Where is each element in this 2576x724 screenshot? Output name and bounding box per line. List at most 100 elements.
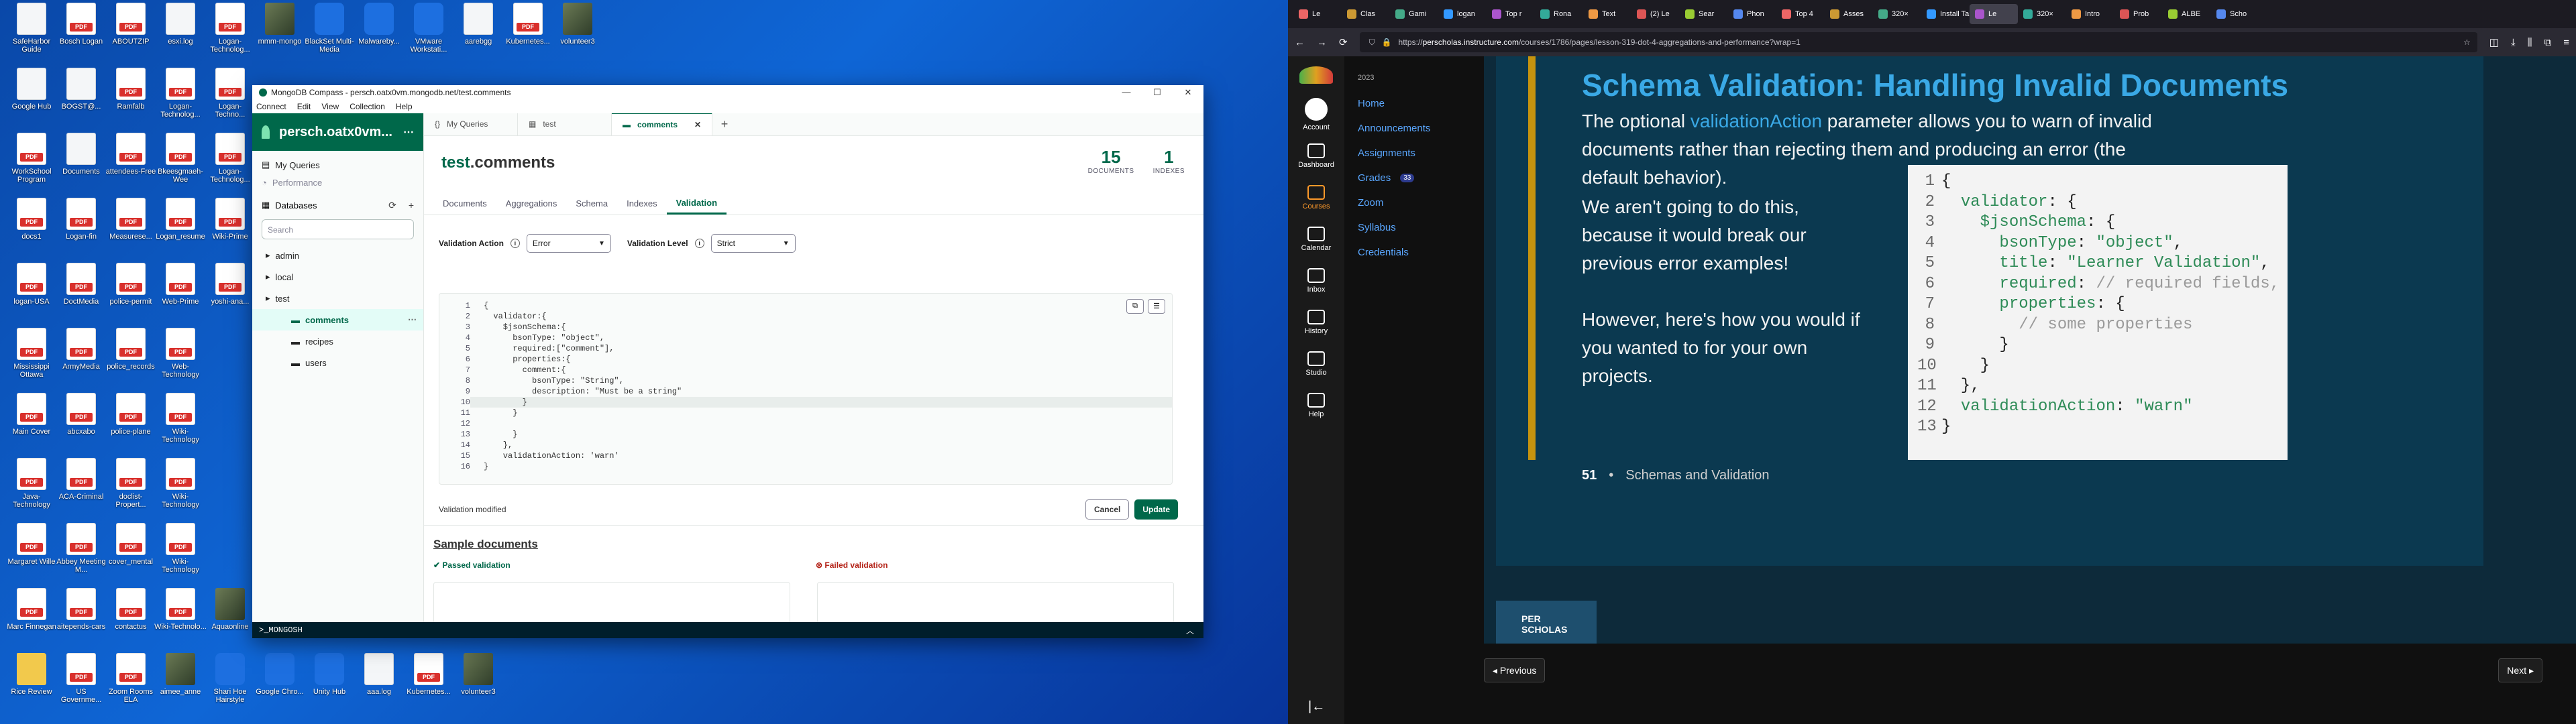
menu-edit[interactable]: Edit	[297, 102, 311, 111]
forward-icon[interactable]: →	[1317, 37, 1327, 48]
browser-tab[interactable]: Rona	[1535, 4, 1583, 24]
desktop-icon[interactable]: aaa.log	[353, 653, 405, 715]
desktop-icon[interactable]: volunteer3	[452, 653, 504, 715]
desktop-icon[interactable]: Java-Technology	[5, 458, 58, 520]
format-icon[interactable]: ☰	[1148, 299, 1165, 314]
global-nav-dashboard[interactable]: Dashboard	[1288, 135, 1344, 177]
desktop-icon[interactable]: logan-USA	[5, 263, 58, 324]
copy-icon[interactable]: ⧉	[1126, 299, 1144, 314]
desktop-icon[interactable]: Unity Hub	[303, 653, 356, 715]
back-icon[interactable]: ←	[1295, 37, 1305, 48]
mongosh-bar[interactable]: >_MONGOSH ︿	[252, 622, 1203, 638]
downloads-icon[interactable]: ⤓	[2511, 37, 2516, 48]
browser-tab[interactable]: 320×	[2018, 4, 2066, 24]
minimize-button[interactable]: —	[1111, 87, 1142, 98]
desktop-icon[interactable]: Google Chro...	[254, 653, 306, 715]
desktop-icon[interactable]: Wiki-Technology	[154, 393, 207, 455]
subtab-validation[interactable]: Validation	[666, 192, 727, 215]
desktop-icon[interactable]: Web-Prime	[154, 263, 207, 324]
desktop-icon[interactable]: Bkeesgmaeh-Wee	[154, 133, 207, 194]
tree-item-admin[interactable]: ▸ admin	[252, 245, 423, 266]
desktop-icon[interactable]: Shari Hoe Hairstyle	[204, 653, 256, 715]
desktop-icon[interactable]: Logan-Technolog...	[204, 133, 256, 194]
pocket-icon[interactable]: ◫	[2489, 36, 2499, 48]
browser-tab[interactable]: Intro	[2066, 4, 2114, 24]
desktop-icon[interactable]: esxi.log	[154, 3, 207, 64]
desktop-icon[interactable]: abcxabo	[55, 393, 107, 455]
editor-code[interactable]: { validator:{ $jsonSchema:{ bsonType: "o…	[484, 300, 682, 472]
course-nav-announcements[interactable]: Announcements	[1344, 116, 1484, 141]
desktop-icon[interactable]: US Governme...	[55, 653, 107, 715]
tree-item-local[interactable]: ▸ local	[252, 266, 423, 288]
desktop-icon[interactable]: cover_mental	[105, 523, 157, 585]
menu-view[interactable]: View	[321, 102, 339, 111]
maximize-button[interactable]: ☐	[1142, 87, 1173, 98]
browser-tab[interactable]: Prob	[2114, 4, 2163, 24]
course-nav-assignments[interactable]: Assignments	[1344, 141, 1484, 166]
browser-tab[interactable]: Gami	[1390, 4, 1438, 24]
desktop-icon[interactable]: Wiki-Technolo...	[154, 588, 207, 650]
tab-test[interactable]: ▦ test	[518, 113, 612, 135]
desktop-icon[interactable]: Wiki-Prime	[204, 198, 256, 259]
global-nav-help[interactable]: Help	[1288, 385, 1344, 426]
desktop-icon[interactable]: mmm-mongo	[254, 3, 306, 64]
desktop-icon[interactable]: Margaret Wille	[5, 523, 58, 585]
desktop-icon[interactable]: Google Hub	[5, 68, 58, 129]
extensions-icon[interactable]: ⧉	[2544, 37, 2552, 48]
desktop-icon[interactable]: aimee_anne	[154, 653, 207, 715]
browser-tab[interactable]: ALBE	[2163, 4, 2211, 24]
browser-tab[interactable]: (2) Le	[1631, 4, 1680, 24]
tree-item-users[interactable]: ▬ users	[252, 352, 423, 373]
course-nav-syllabus[interactable]: Syllabus	[1344, 215, 1484, 240]
desktop-icon[interactable]: Documents	[55, 133, 107, 194]
connection-menu-icon[interactable]: ⋯	[403, 125, 414, 139]
close-icon[interactable]: ✕	[694, 120, 701, 129]
desktop-icon[interactable]: BOGST@...	[55, 68, 107, 129]
desktop-icon[interactable]: ABOUTZIP	[105, 3, 157, 64]
update-button[interactable]: Update	[1134, 499, 1178, 520]
menu-help[interactable]: Help	[396, 102, 413, 111]
global-nav-calendar[interactable]: Calendar	[1288, 219, 1344, 260]
global-nav-inbox[interactable]: Inbox	[1288, 260, 1344, 302]
subtab-aggregations[interactable]: Aggregations	[496, 192, 567, 215]
desktop-icon[interactable]: Measurese...	[105, 198, 157, 259]
desktop-icon[interactable]: yoshi-ana...	[204, 263, 256, 324]
browser-tab[interactable]: Le	[1293, 4, 1342, 24]
desktop-icon[interactable]: Kubernetes...	[402, 653, 455, 715]
reload-icon[interactable]: ⟳	[1339, 36, 1348, 48]
browser-tab[interactable]: Top r	[1487, 4, 1535, 24]
tree-item-test[interactable]: ▸ test	[252, 288, 423, 309]
desktop-icon[interactable]: Web-Technology	[154, 328, 207, 389]
desktop-icon[interactable]: Malwareby...	[353, 3, 405, 64]
subtab-documents[interactable]: Documents	[433, 192, 496, 215]
desktop-icon[interactable]: Abbey Meeting M...	[55, 523, 107, 585]
desktop-icon[interactable]: Mississippi Ottawa	[5, 328, 58, 389]
desktop-icon[interactable]: Main Cover	[5, 393, 58, 455]
desktop-icon[interactable]: ACA-Criminal	[55, 458, 107, 520]
validation-action-link[interactable]: validationAction	[1690, 111, 1822, 131]
perscholas-logo[interactable]	[1288, 56, 1344, 94]
global-nav-history[interactable]: History	[1288, 302, 1344, 343]
browser-tab[interactable]: Top 4	[1776, 4, 1825, 24]
desktop-icon[interactable]: Ramfalb	[105, 68, 157, 129]
desktop-icon[interactable]: police_records	[105, 328, 157, 389]
library-icon[interactable]: ⫼	[2528, 37, 2532, 48]
desktop-icon[interactable]: Marc Finnegan	[5, 588, 58, 650]
desktop-icon[interactable]: Zoom Rooms ELA	[105, 653, 157, 715]
desktop-icon[interactable]: attendees-Free	[105, 133, 157, 194]
previous-button[interactable]: ◂ Previous	[1484, 658, 1546, 682]
bookmark-star-icon[interactable]: ☆	[2463, 38, 2471, 47]
desktop-icon[interactable]: doclist-Propert...	[105, 458, 157, 520]
desktop-icon[interactable]: Aquaonline	[204, 588, 256, 650]
global-nav-studio[interactable]: Studio	[1288, 343, 1344, 385]
tree-item-recipes[interactable]: ▬ recipes	[252, 330, 423, 352]
refresh-icon[interactable]: ⟳	[388, 200, 396, 211]
desktop-icon[interactable]: SafeHarbor Guide	[5, 3, 58, 64]
desktop-icon[interactable]: WorkSchool Program	[5, 133, 58, 194]
menu-connect[interactable]: Connect	[256, 102, 286, 111]
browser-tab[interactable]: Scho	[2211, 4, 2259, 24]
desktop-icon[interactable]: contactus	[105, 588, 157, 650]
browser-tab[interactable]: logan	[1438, 4, 1487, 24]
address-bar[interactable]: ⛉ 🔒 https://perscholas.instructure.com/c…	[1359, 32, 2477, 52]
connection-header[interactable]: persch.oatx0vm... ⋯	[252, 113, 423, 151]
